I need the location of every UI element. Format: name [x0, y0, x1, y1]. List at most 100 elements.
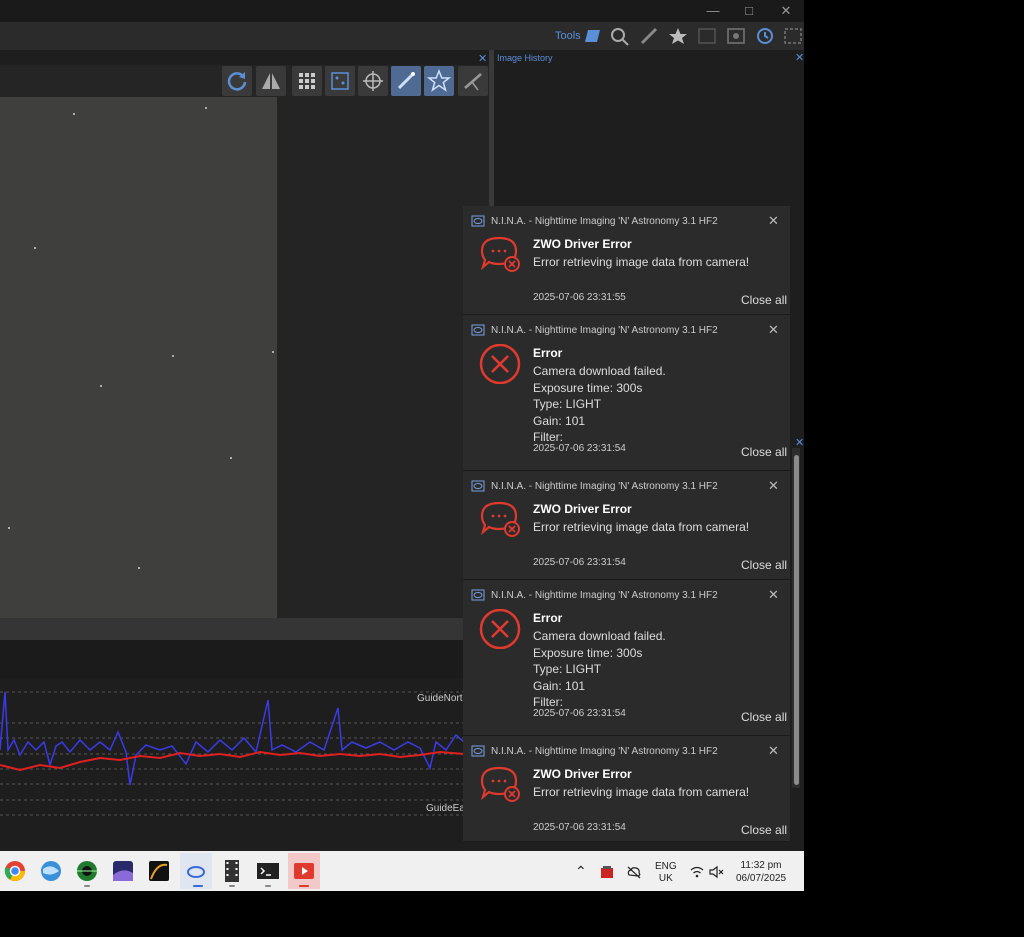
notification-body-line: Error retrieving image data from camera!	[533, 520, 750, 534]
notification-body: Error retrieving image data from camera!	[533, 784, 749, 801]
star	[73, 113, 75, 115]
nina-app-icon	[471, 215, 485, 227]
crop-tool-icon[interactable]	[782, 26, 804, 46]
close-all-button[interactable]: Close all	[741, 823, 787, 837]
image-status-bar	[0, 618, 490, 640]
notification-timestamp: 2025-07-06 23:31:54	[533, 443, 626, 454]
notification-close-icon[interactable]: ✕	[768, 322, 779, 338]
image-panel-close-icon[interactable]: ✕	[478, 52, 487, 65]
astro-app-icon[interactable]	[109, 857, 137, 885]
notification-body-line: Gain: 101	[533, 678, 586, 693]
grid-tool-icon[interactable]	[725, 26, 747, 46]
cloud-off-icon[interactable]	[626, 864, 642, 880]
grid-overlay-icon[interactable]	[292, 66, 322, 96]
close-all-button[interactable]: Close all	[741, 293, 787, 307]
tools-label: Tools	[555, 30, 581, 42]
captured-image[interactable]	[0, 97, 277, 618]
globe-app-icon[interactable]	[37, 857, 65, 885]
flip-icon[interactable]	[256, 66, 286, 96]
graph-label-guide-north: GuideNort	[415, 693, 465, 704]
notification-body: Error retrieving image data from camera!	[533, 519, 749, 536]
notification-timestamp: 2025-07-06 23:31:54	[533, 708, 626, 719]
notification-body-line: Error retrieving image data from camera!	[533, 785, 750, 799]
notification-title: Error	[533, 346, 563, 360]
notification-title: Error	[533, 611, 563, 625]
circle-x-icon	[479, 609, 521, 649]
speech-error-icon	[480, 501, 520, 537]
wifi-icon[interactable]	[690, 865, 704, 879]
notification-title: ZWO Driver Error	[533, 502, 632, 516]
taskbar-indicator	[265, 885, 271, 887]
star	[138, 567, 140, 569]
notification-body-line: Exposure time: 300s	[533, 645, 643, 660]
maximize-icon[interactable]: □	[740, 2, 758, 20]
history-icon[interactable]	[754, 26, 776, 46]
speaker-muted-icon[interactable]	[709, 865, 725, 879]
notification-toast[interactable]: N.I.N.A. - Nighttime Imaging 'N' Astrono…	[463, 580, 790, 736]
ruler-tool-icon[interactable]	[582, 26, 604, 46]
guide-graph-header	[0, 640, 464, 678]
close-all-button[interactable]: Close all	[741, 558, 787, 572]
window-close-icon[interactable]: ✕	[777, 2, 795, 20]
notification-toast[interactable]: N.I.N.A. - Nighttime Imaging 'N' Astrono…	[463, 315, 790, 471]
notification-body: Camera download failed. Exposure time: 30…	[533, 628, 666, 711]
close-all-button[interactable]: Close all	[741, 710, 787, 724]
chevron-up-icon[interactable]: ⌃	[575, 863, 587, 880]
notification-close-icon[interactable]: ✕	[768, 587, 779, 603]
star	[172, 355, 174, 357]
notification-body-line: Camera download failed.	[533, 629, 666, 643]
notification-app-name: N.I.N.A. - Nighttime Imaging 'N' Astrono…	[491, 325, 718, 336]
clock[interactable]: 11:32 pm 06/07/2025	[736, 859, 786, 885]
notification-toast[interactable]: N.I.N.A. - Nighttime Imaging 'N' Astrono…	[463, 736, 790, 842]
notification-timestamp: 2025-07-06 23:31:54	[533, 557, 626, 568]
crosshair-icon[interactable]	[358, 66, 388, 96]
language-indicator[interactable]: ENG UK	[655, 861, 677, 885]
notification-body-line: Camera download failed.	[533, 364, 666, 378]
taskbar-indicator	[229, 885, 235, 887]
star	[205, 107, 207, 109]
star-tool-icon[interactable]	[667, 26, 689, 46]
notification-toast[interactable]: N.I.N.A. - Nighttime Imaging 'N' Astrono…	[463, 471, 790, 580]
star	[230, 457, 232, 459]
image-history-title: Image History	[497, 53, 553, 63]
notification-toast[interactable]: N.I.N.A. - Nighttime Imaging 'N' Astrono…	[463, 206, 790, 315]
star	[34, 247, 36, 249]
circle-x-icon	[479, 344, 521, 384]
star-annotate-icon[interactable]	[424, 66, 454, 96]
brush-tool-icon[interactable]	[638, 26, 660, 46]
star	[100, 385, 102, 387]
notification-body-line: Type: LIGHT	[533, 397, 602, 412]
minimize-icon[interactable]: —	[704, 2, 722, 20]
notification-body-line: Error retrieving image data from camera!	[533, 255, 750, 269]
scrollbar-thumb[interactable]	[794, 455, 799, 785]
notification-app-name: N.I.N.A. - Nighttime Imaging 'N' Astrono…	[491, 746, 718, 757]
red-app-icon[interactable]	[290, 857, 318, 885]
notification-close-icon[interactable]: ✕	[768, 213, 779, 229]
search-icon[interactable]	[609, 26, 631, 46]
notification-app-name: N.I.N.A. - Nighttime Imaging 'N' Astrono…	[491, 481, 718, 492]
clock-date: 06/07/2025	[736, 873, 787, 884]
notification-close-icon[interactable]: ✕	[768, 743, 779, 759]
taskbar-indicator	[193, 885, 203, 887]
stretch-icon[interactable]	[391, 66, 421, 96]
telescope-icon[interactable]	[458, 66, 488, 96]
notification-timestamp: 2025-07-06 23:31:55	[533, 292, 626, 303]
curve-app-icon[interactable]	[145, 857, 173, 885]
green-app-icon[interactable]	[73, 857, 101, 885]
nina-app-icon[interactable]	[182, 857, 210, 885]
nina-app-icon	[471, 589, 485, 601]
chrome-icon[interactable]	[1, 857, 29, 885]
notification-close-icon[interactable]: ✕	[768, 478, 779, 494]
image-history-close-icon[interactable]: ✕	[795, 51, 804, 64]
notification-app-name: N.I.N.A. - Nighttime Imaging 'N' Astrono…	[491, 216, 718, 227]
dropbox-icon[interactable]	[599, 864, 615, 880]
star-detect-icon[interactable]	[325, 66, 355, 96]
film-app-icon[interactable]	[218, 857, 246, 885]
close-all-button[interactable]: Close all	[741, 445, 787, 459]
tools-bar: Tools	[0, 22, 804, 50]
terminal-icon[interactable]	[254, 857, 282, 885]
rotate-icon[interactable]	[222, 66, 252, 96]
speech-error-icon	[480, 236, 520, 272]
notification-body: Error retrieving image data from camera!	[533, 254, 749, 271]
hfr-tool-icon[interactable]	[696, 26, 718, 46]
